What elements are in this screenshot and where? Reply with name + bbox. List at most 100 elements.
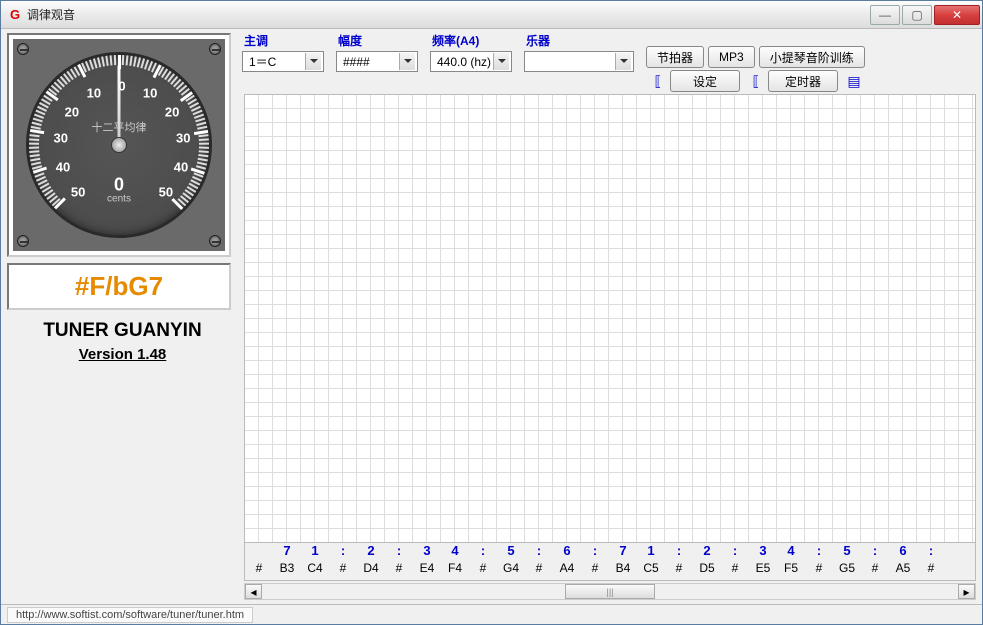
gauge-hub [111,137,127,153]
scale-cell[interactable]: 2D5 [693,543,721,580]
key-value: 1＝C [249,53,276,70]
scale-cell[interactable]: 2D4 [357,543,385,580]
amplitude-group: 幅度 #### [336,32,418,92]
current-note: #F/bG7 [9,271,229,302]
gauge-tick [29,150,39,153]
scale-cell[interactable]: :# [581,543,609,580]
version-link[interactable]: Version 1.48 [7,346,238,363]
scale-degree: 7 [609,543,637,561]
list-icon[interactable]: ▤ [846,73,862,89]
frequency-group: 频率(A4) 440.0 (hz) [430,32,512,92]
scale-degree: 7 [273,543,301,561]
scale-cell[interactable]: :# [917,543,945,580]
gauge-tick [199,150,209,153]
gauge-number: 0 [118,79,125,94]
instrument-group: 乐器 [524,32,634,92]
scale-degree: 3 [413,543,441,561]
scale-cell[interactable]: :# [805,543,833,580]
scale-cell[interactable]: 6A4 [553,543,581,580]
scale-cell[interactable]: 5G5 [833,543,861,580]
metronome-button[interactable]: 节拍器 [646,46,704,68]
scale-note: E5 [749,561,777,579]
scale-cell[interactable]: 1C4 [301,543,329,580]
gauge-number: 50 [71,184,85,199]
scale-cell[interactable]: 1C5 [637,543,665,580]
scale-cell[interactable]: :# [721,543,749,580]
timer-button[interactable]: 定时器 [768,70,838,92]
scale-degree: 5 [497,543,525,561]
gauge-tick [199,147,209,149]
violin-scale-button[interactable]: 小提琴音阶训练 [759,46,865,68]
titlebar: G 调律观音 — ▢ ✕ [1,1,982,29]
scroll-right-arrow[interactable]: ▸ [958,584,975,599]
status-url: http://www.softist.com/software/tuner/tu… [7,607,253,623]
scale-note: # [525,561,553,579]
scale-note: F4 [441,561,469,579]
scale-cell[interactable]: 4F5 [777,543,805,580]
scale-cell[interactable]: 3E5 [749,543,777,580]
scale-cell[interactable]: 5G4 [497,543,525,580]
scale-note: B3 [273,561,301,579]
instrument-dropdown[interactable] [524,51,634,72]
scale-note: D5 [693,561,721,579]
scale-cell[interactable]: 7B3 [273,543,301,580]
gauge-number: 40 [174,160,188,175]
gauge-tick [101,56,105,66]
scale-degree: : [721,543,749,561]
gauge-tick [29,147,39,149]
scale-degree: 3 [749,543,777,561]
gauge-container: 十二平均律 0 cents 504030201001020304050 [7,33,231,257]
bracket-icon: ⟦ [748,73,764,89]
scale-note: D4 [357,561,385,579]
instrument-label: 乐器 [524,32,634,49]
scale-cell[interactable]: :# [861,543,889,580]
maximize-button[interactable]: ▢ [902,5,932,25]
scroll-left-arrow[interactable]: ◂ [245,584,262,599]
app-icon: G [7,7,23,23]
scale-note: A5 [889,561,917,579]
statusbar: http://www.softist.com/software/tuner/tu… [1,604,982,624]
gauge-number: 40 [56,160,70,175]
scale-cell[interactable]: :# [525,543,553,580]
waveform-grid[interactable]: #7B31C4:#2D4:#3E44F4:#5G4:#6A4:#7B41C5:#… [244,94,976,581]
chevron-down-icon [493,53,509,70]
scale-degree: 6 [889,543,917,561]
horizontal-scrollbar[interactable]: ◂ ||| ▸ [244,583,976,600]
scale-note: B4 [609,561,637,579]
scale-cell[interactable]: :# [385,543,413,580]
scale-note: A4 [553,561,581,579]
scale-note: G5 [833,561,861,579]
scale-cell[interactable]: :# [665,543,693,580]
settings-button[interactable]: 设定 [670,70,740,92]
amplitude-label: 幅度 [336,32,418,49]
key-dropdown[interactable]: 1＝C [242,51,324,72]
scale-note: # [917,561,945,579]
scroll-thumb[interactable]: ||| [565,584,655,599]
gauge-tick [118,55,121,69]
scale-cell[interactable]: :# [469,543,497,580]
scale-degree: 6 [553,543,581,561]
scale-note: F5 [777,561,805,579]
gauge-number: 20 [165,104,179,119]
scale-note: # [329,561,357,579]
scale-cell[interactable]: 6A5 [889,543,917,580]
gauge-number: 10 [87,85,101,100]
screw-icon [209,43,221,55]
close-button[interactable]: ✕ [934,5,980,25]
scale-cell[interactable]: 4F4 [441,543,469,580]
scale-cell[interactable]: 3E4 [413,543,441,580]
gauge-number: 50 [159,184,173,199]
gauge-tick [199,143,209,145]
gauge-zero-label: 0 [114,174,124,195]
scale-cell[interactable]: 7B4 [609,543,637,580]
scale-cell[interactable]: # [245,543,273,580]
scale-cell[interactable]: :# [329,543,357,580]
frequency-dropdown[interactable]: 440.0 (hz) [430,51,512,72]
frequency-label: 频率(A4) [430,32,512,49]
minimize-button[interactable]: — [870,5,900,25]
scroll-track[interactable]: ||| [262,584,958,599]
amplitude-dropdown[interactable]: #### [336,51,418,72]
gauge-dial: 十二平均律 0 cents 504030201001020304050 [26,52,212,238]
mp3-button[interactable]: MP3 [708,46,755,68]
gauge-tick [114,55,116,65]
